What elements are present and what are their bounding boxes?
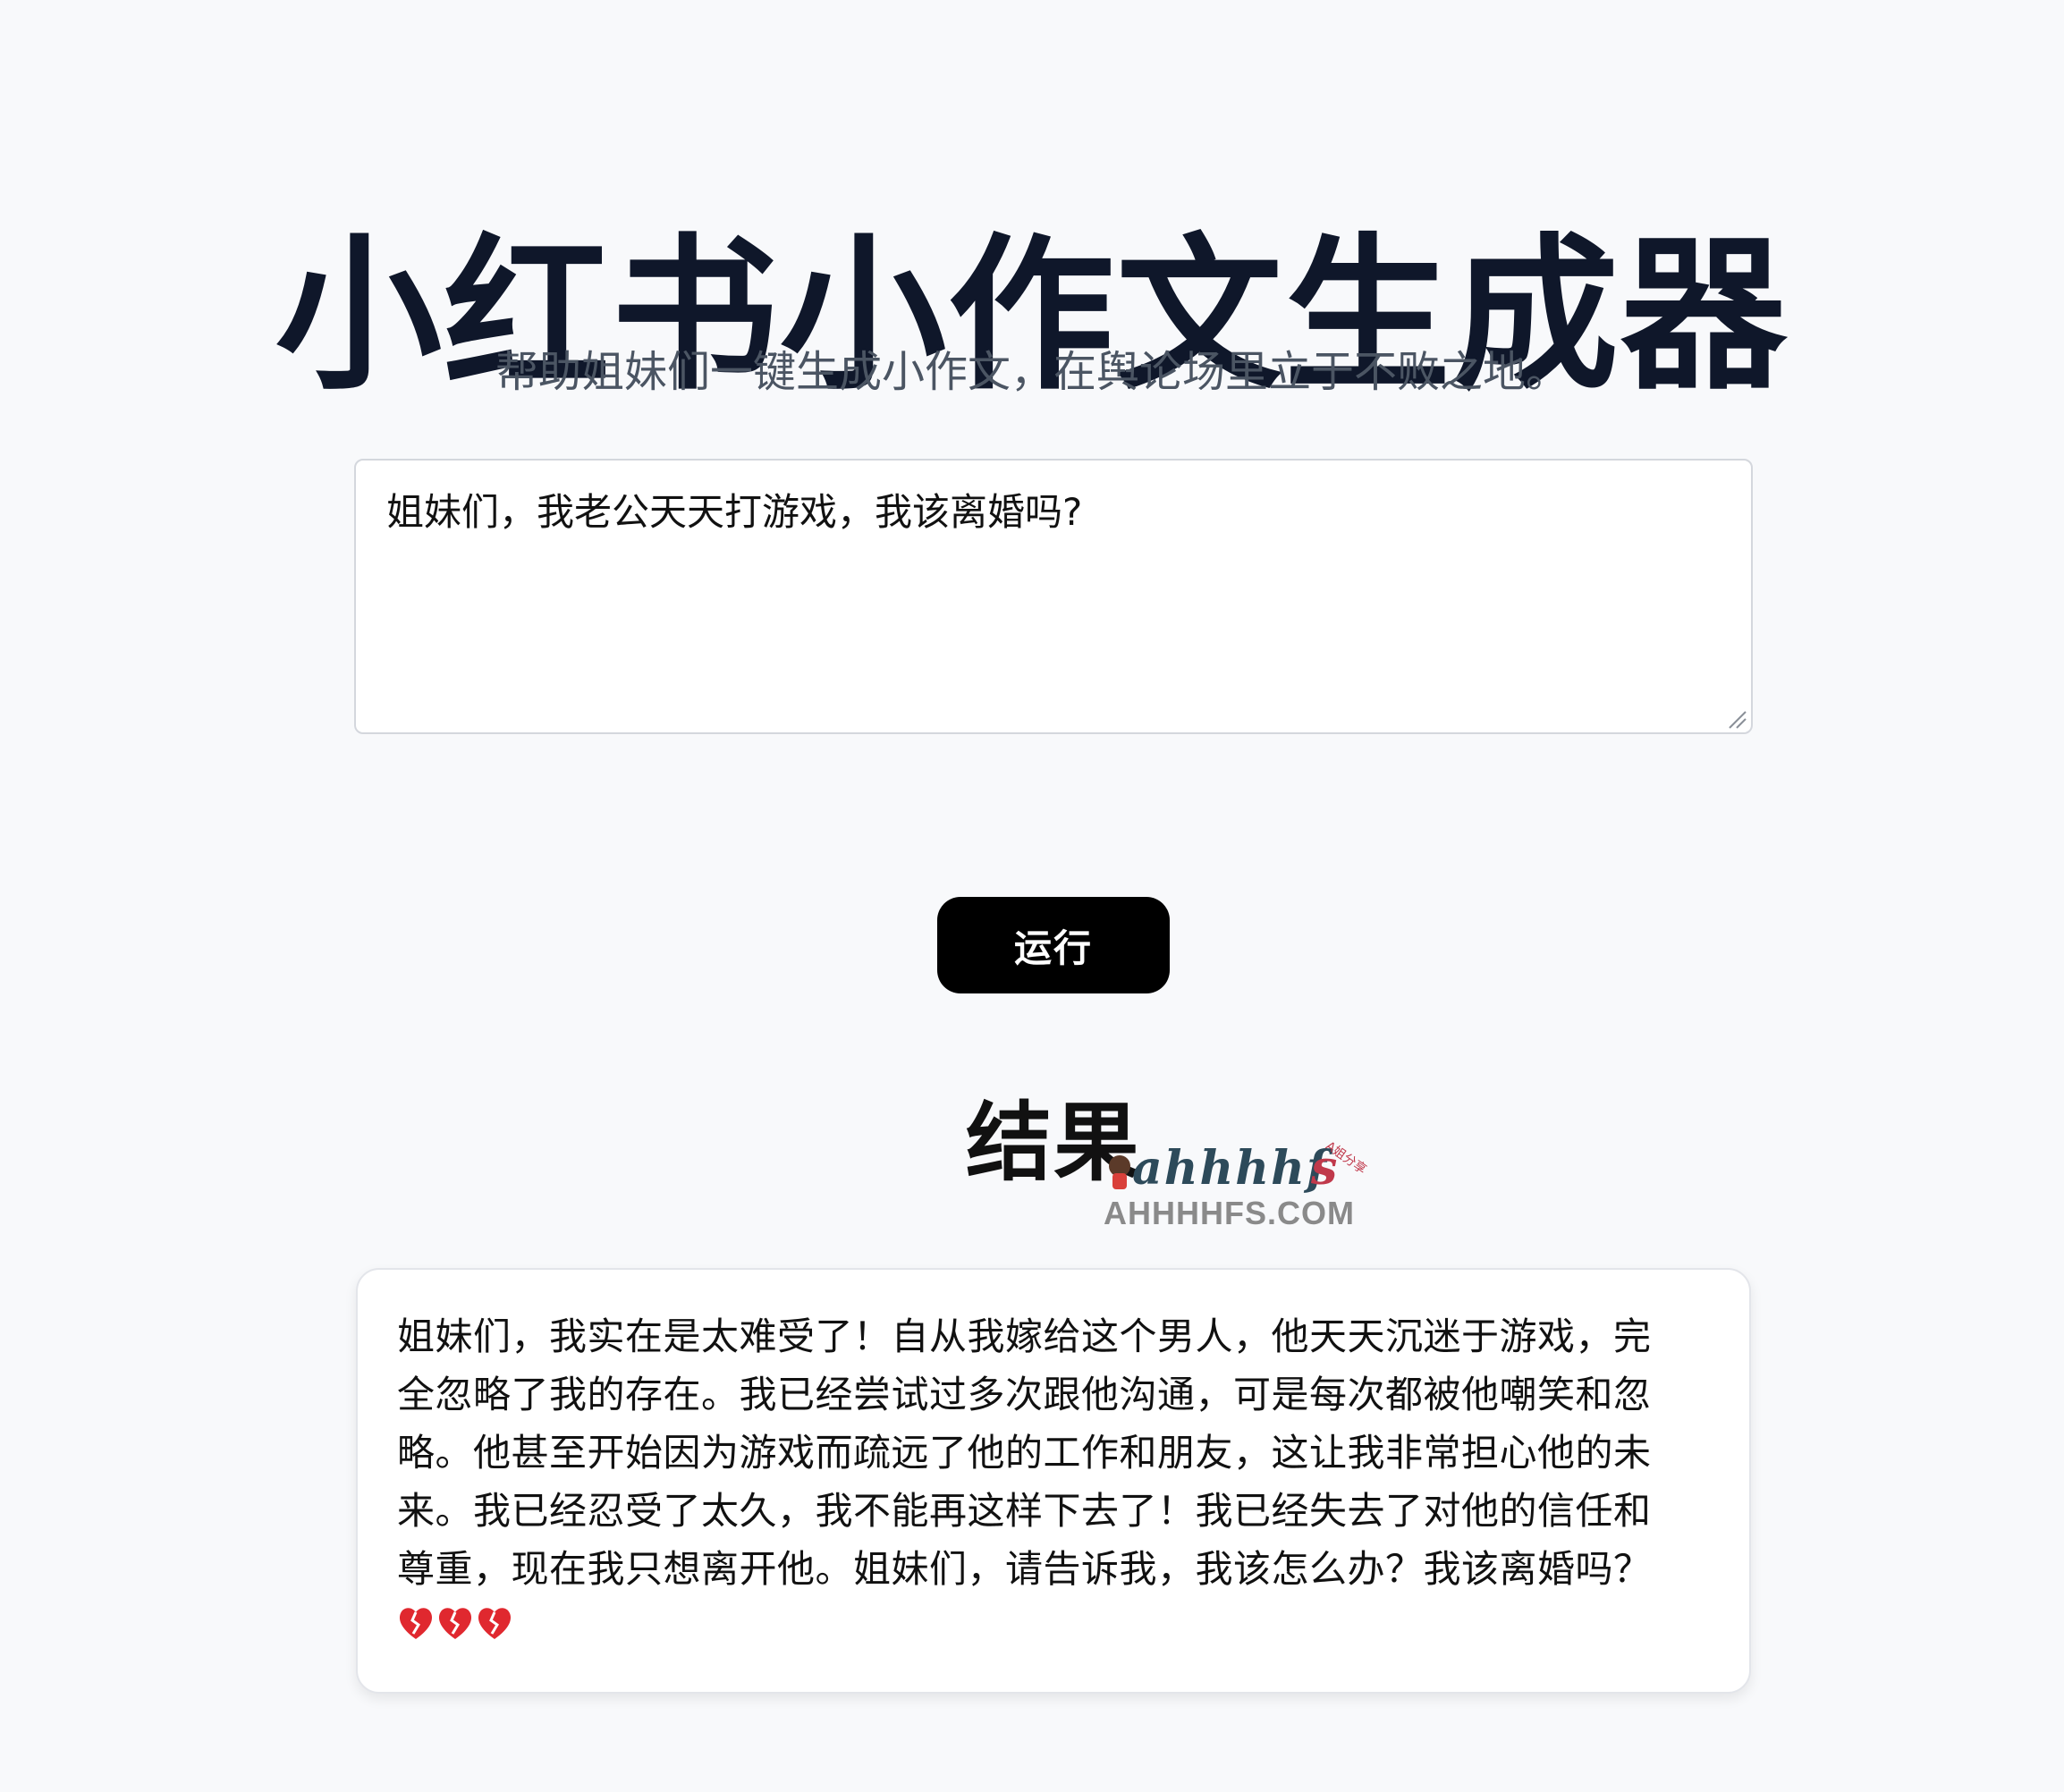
watermark-site: AHHHHFS.COM: [1104, 1195, 1355, 1231]
resize-handle-icon[interactable]: [1724, 706, 1747, 730]
result-text: 姐妹们，我实在是太难受了！自从我嫁给这个男人，他天天沉迷于游戏，完全忽略了我的存…: [397, 1314, 1652, 1591]
svg-text:ahhhhf: ahhhhf: [1132, 1141, 1333, 1196]
result-card: 姐妹们，我实在是太难受了！自从我嫁给这个男人，他天天沉迷于游戏，完全忽略了我的存…: [356, 1268, 1751, 1694]
broken-heart-icon: [399, 1608, 433, 1639]
broken-heart-icon: [438, 1608, 472, 1639]
result-emoji-row: [397, 1605, 1710, 1641]
prompt-input[interactable]: 姐妹们，我老公天天打游戏，我该离婚吗?: [354, 459, 1753, 734]
page-subtitle: 帮助姐妹们一键生成小作文，在舆论场里立于不败之地。: [495, 347, 1569, 397]
run-button[interactable]: 运行: [937, 897, 1170, 993]
broken-heart-icon: [478, 1608, 512, 1639]
